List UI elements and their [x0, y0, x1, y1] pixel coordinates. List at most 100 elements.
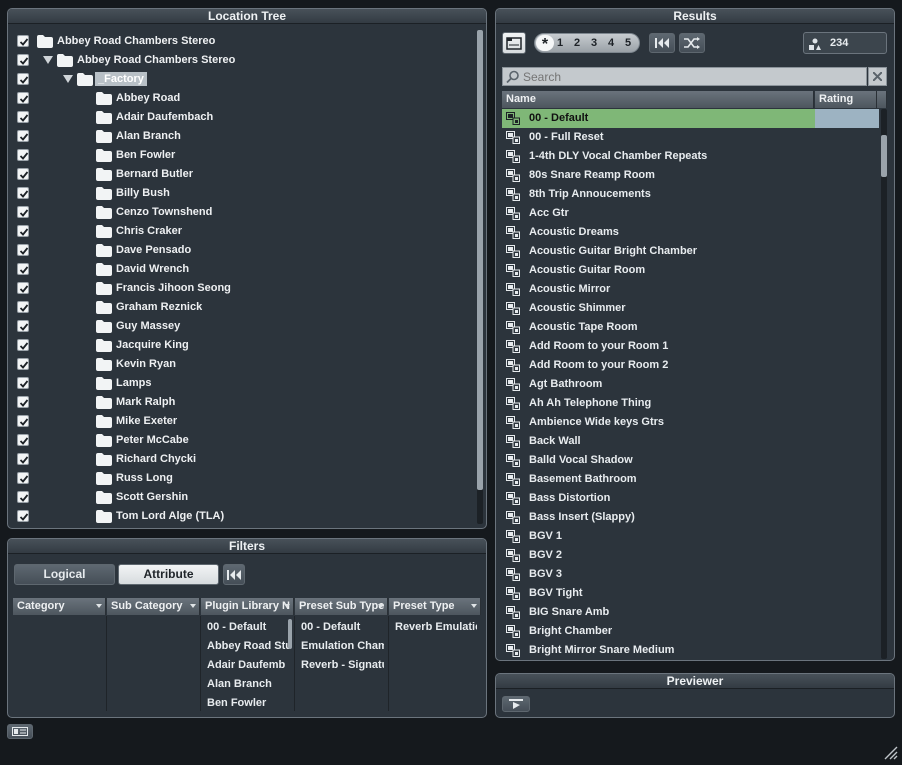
tree-checkbox[interactable]: [17, 92, 29, 104]
tree-row[interactable]: Alan Branch: [8, 127, 478, 146]
tree-row[interactable]: Cenzo Townshend: [8, 203, 478, 222]
result-row[interactable]: BGV 1: [502, 527, 879, 546]
result-row[interactable]: Bass Distortion: [502, 489, 879, 508]
result-row[interactable]: Acoustic Tape Room: [502, 318, 879, 337]
resize-grip-icon[interactable]: [882, 744, 898, 760]
filter-col-header[interactable]: Plugin Library N: [201, 598, 294, 615]
tree-checkbox[interactable]: [17, 301, 29, 313]
tree-checkbox[interactable]: [17, 111, 29, 123]
filter-col-header[interactable]: Preset Type: [389, 598, 481, 615]
dropdown-arrow-icon[interactable]: [190, 604, 196, 608]
tree-row[interactable]: Kevin Ryan: [8, 355, 478, 374]
tree-row[interactable]: Jacquire King: [8, 336, 478, 355]
rating-number[interactable]: 3: [591, 37, 597, 49]
result-row[interactable]: Bright Mirror Snare Medium: [502, 641, 879, 659]
tree-checkbox[interactable]: [17, 35, 29, 47]
rating-number[interactable]: 4: [608, 37, 614, 49]
tree-row[interactable]: Ben Fowler: [8, 146, 478, 165]
previewer-play-icon[interactable]: [502, 696, 530, 712]
result-row[interactable]: Acoustic Guitar Bright Chamber: [502, 242, 879, 261]
filter-value[interactable]: Alan Branch: [207, 678, 290, 690]
result-row[interactable]: 00 - Default: [502, 109, 879, 128]
result-row[interactable]: Acoustic Shimmer: [502, 299, 879, 318]
tree-row[interactable]: Billy Bush: [8, 184, 478, 203]
tree-row[interactable]: Chris Craker: [8, 222, 478, 241]
filter-value[interactable]: 00 - Default: [207, 621, 290, 633]
rating-all-icon[interactable]: *: [536, 35, 554, 53]
tree-checkbox[interactable]: [17, 358, 29, 370]
tree-checkbox[interactable]: [17, 415, 29, 427]
search-input[interactable]: [523, 69, 853, 84]
tree-checkbox[interactable]: [17, 149, 29, 161]
tree-scrollbar[interactable]: [477, 30, 483, 524]
filter-col-header[interactable]: Preset Sub Type: [295, 598, 388, 615]
result-row[interactable]: BGV Tight: [502, 584, 879, 603]
result-row[interactable]: 8th Trip Annoucements: [502, 185, 879, 204]
tree-row[interactable]: Guy Massey: [8, 317, 478, 336]
tree-checkbox[interactable]: [17, 491, 29, 503]
tree-checkbox[interactable]: [17, 282, 29, 294]
tree-checkbox[interactable]: [17, 206, 29, 218]
filter-value[interactable]: Abbey Road Stu: [207, 640, 290, 652]
tree-row[interactable]: Abbey Road Chambers Stereo: [8, 32, 478, 51]
dropdown-arrow-icon[interactable]: [471, 604, 477, 608]
rating-number[interactable]: 2: [574, 37, 580, 49]
tree-checkbox[interactable]: [17, 168, 29, 180]
selected-rating-cell[interactable]: [815, 109, 879, 128]
logical-button[interactable]: Logical: [14, 564, 115, 585]
tree-row[interactable]: Adair Daufembach: [8, 108, 478, 127]
result-row[interactable]: Bright Chamber: [502, 622, 879, 641]
tree-scrollbar-thumb[interactable]: [477, 30, 483, 490]
filter-value[interactable]: 00 - Default: [301, 621, 384, 633]
results-reset-icon[interactable]: [649, 33, 675, 53]
tree-row[interactable]: Bernard Butler: [8, 165, 478, 184]
result-row[interactable]: Add Room to your Room 2: [502, 356, 879, 375]
dropdown-arrow-icon[interactable]: [284, 604, 290, 608]
tree-row[interactable]: Richard Chycki: [8, 450, 478, 469]
attribute-button[interactable]: Attribute: [118, 564, 219, 585]
rating-filter[interactable]: * 12345: [534, 33, 640, 53]
filter-value[interactable]: Emulation Chaml: [301, 640, 384, 652]
tree-row[interactable]: Russ Long: [8, 469, 478, 488]
tree-checkbox[interactable]: [17, 263, 29, 275]
result-row[interactable]: Acc Gtr: [502, 204, 879, 223]
filter-value[interactable]: Reverb - Signatu: [301, 659, 384, 671]
filter-value[interactable]: Ben Fowler: [207, 697, 290, 709]
filters-reset-icon[interactable]: [223, 564, 245, 585]
tree-checkbox[interactable]: [17, 130, 29, 142]
tree-checkbox[interactable]: [17, 472, 29, 484]
filter-value[interactable]: Adair Daufemb: [207, 659, 290, 671]
tree-expander-icon[interactable]: [43, 56, 53, 64]
col-header-rating[interactable]: Rating: [815, 91, 877, 108]
result-row[interactable]: Back Wall: [502, 432, 879, 451]
result-row[interactable]: 80s Snare Reamp Room: [502, 166, 879, 185]
tree-checkbox[interactable]: [17, 377, 29, 389]
search-field[interactable]: [502, 67, 867, 86]
tree-checkbox[interactable]: [17, 510, 29, 522]
dropdown-arrow-icon[interactable]: [96, 604, 102, 608]
result-row[interactable]: 00 - Full Reset: [502, 128, 879, 147]
tree-checkbox[interactable]: [17, 320, 29, 332]
layout-toggle-icon[interactable]: [7, 724, 33, 739]
result-row[interactable]: 1-4th DLY Vocal Chamber Repeats: [502, 147, 879, 166]
result-row[interactable]: Bass Insert (Slappy): [502, 508, 879, 527]
result-row[interactable]: Basement Bathroom: [502, 470, 879, 489]
results-scrollbar[interactable]: [881, 109, 887, 659]
tree-row[interactable]: Scott Gershin: [8, 488, 478, 507]
tree-row[interactable]: Mark Ralph: [8, 393, 478, 412]
tree-checkbox[interactable]: [17, 244, 29, 256]
search-clear-icon[interactable]: [868, 67, 887, 86]
tree-row[interactable]: Lamps: [8, 374, 478, 393]
tree-row[interactable]: Peter McCabe: [8, 431, 478, 450]
rating-number[interactable]: 1: [557, 37, 563, 49]
result-row[interactable]: BGV 2: [502, 546, 879, 565]
tree-row[interactable]: Graham Reznick: [8, 298, 478, 317]
tree-expander-icon[interactable]: [63, 75, 73, 83]
tree-checkbox[interactable]: [17, 225, 29, 237]
tree-row[interactable]: Abbey Road Chambers Stereo: [8, 51, 478, 70]
shuffle-icon[interactable]: [679, 33, 705, 53]
filter-col-header[interactable]: Category: [13, 598, 106, 615]
tree-row[interactable]: Abbey Road: [8, 89, 478, 108]
location-toggle-icon[interactable]: [502, 32, 526, 54]
tree-row[interactable]: Dave Pensado: [8, 241, 478, 260]
